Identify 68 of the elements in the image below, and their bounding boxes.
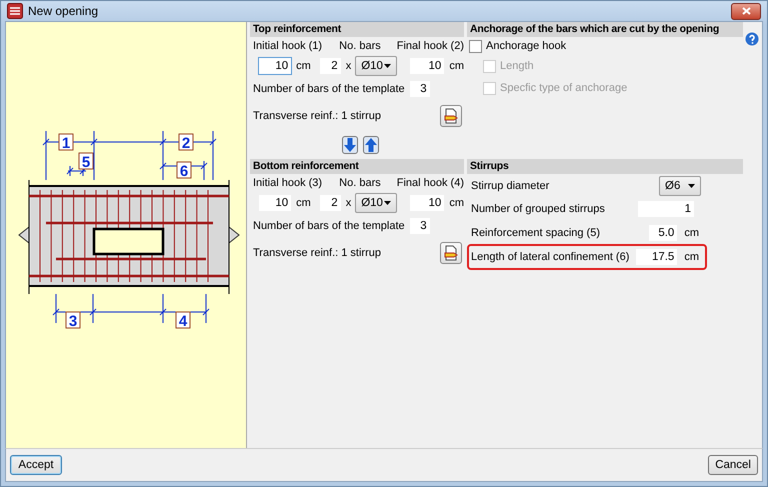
unit-label: cm	[684, 227, 699, 240]
section-title: Anchorage of the bars which are cut by the opening	[467, 22, 743, 38]
transverse-label: Transverse reinf.: 1 stirrup	[253, 247, 381, 260]
move-up-button[interactable]	[363, 136, 379, 154]
field-label: Reinforcement spacing (5)	[471, 227, 602, 240]
diameter-dropdown[interactable]: Ø10	[355, 56, 398, 76]
field-label: No. bars	[339, 177, 382, 190]
checkbox-label: Anchorage hook	[486, 40, 566, 52]
dimension-label: 4	[176, 312, 190, 330]
checkbox[interactable]	[469, 40, 482, 53]
app-icon	[7, 3, 23, 20]
initial-hook-field[interactable]: 10	[258, 57, 292, 76]
caret-icon	[384, 64, 392, 68]
close-icon	[742, 7, 750, 16]
template-bars-field[interactable]: 3	[408, 80, 431, 98]
final-hook-field[interactable]: 10	[409, 194, 446, 212]
times-label: x	[346, 60, 352, 72]
field-label: Initial hook (1)	[253, 40, 324, 52]
arrow-up-icon	[365, 138, 377, 152]
section-title: Stirrups	[467, 159, 743, 174]
unit-label: cm	[684, 251, 699, 264]
field-label: Number of bars of the template	[253, 83, 405, 96]
caret-icon	[384, 201, 392, 206]
arrow-down-icon	[344, 138, 356, 152]
field-label: Length of lateral confinement (6)	[471, 251, 630, 264]
document-icon	[443, 245, 459, 262]
dimension-label: 1	[58, 134, 74, 152]
move-down-button[interactable]	[342, 136, 358, 154]
dimension-label: 2	[178, 134, 194, 152]
unit-label: cm	[296, 197, 311, 210]
field-label: Number of bars of the template	[253, 220, 405, 232]
field-label: Stirrup diameter	[471, 180, 550, 192]
section-title: Top reinforcement	[250, 22, 464, 38]
dimension-label: 5	[78, 152, 94, 172]
close-button[interactable]	[731, 2, 761, 20]
value-field[interactable]: 17.5	[635, 248, 678, 266]
value-field[interactable]: 5.0	[648, 224, 678, 242]
field-label: Final hook (4)	[396, 177, 464, 190]
edit-button[interactable]	[440, 242, 462, 264]
window-title: New opening	[28, 4, 100, 18]
section-title: Bottom reinforcement	[250, 159, 464, 174]
times-label: x	[346, 197, 352, 210]
accept-button[interactable]: Accept	[10, 455, 62, 476]
bar-count-field[interactable]: 2	[318, 57, 342, 76]
edit-button[interactable]	[440, 105, 462, 128]
bar-count-field[interactable]: 2	[318, 194, 342, 212]
initial-hook-field[interactable]: 10	[258, 194, 292, 212]
unit-label: cm	[296, 60, 311, 72]
template-bars-field[interactable]: 3	[408, 217, 431, 236]
field-label: No. bars	[339, 40, 382, 52]
final-hook-field[interactable]: 10	[409, 57, 446, 76]
field-label: Final hook (2)	[396, 40, 464, 52]
cancel-button[interactable]: Cancel	[708, 455, 758, 476]
diameter-dropdown[interactable]: Ø6	[659, 176, 701, 196]
caret-icon	[688, 184, 695, 188]
dimension-label: 6	[176, 162, 192, 180]
document-icon	[443, 108, 459, 124]
diameter-dropdown[interactable]: Ø10	[355, 193, 398, 214]
checkbox-label: Length	[500, 60, 534, 72]
unit-label: cm	[449, 197, 464, 210]
dimension-label: 3	[66, 312, 80, 330]
transverse-label: Transverse reinf.: 1 stirrup	[253, 110, 381, 122]
field-label: Number of grouped stirrups	[471, 203, 606, 216]
field-label: Initial hook (3)	[253, 177, 324, 190]
help-icon[interactable]	[745, 32, 759, 46]
stirrup-count-field[interactable]: 1	[637, 200, 695, 218]
checkbox-label: Specfic type of anchorage	[500, 82, 628, 94]
unit-label: cm	[449, 60, 464, 72]
